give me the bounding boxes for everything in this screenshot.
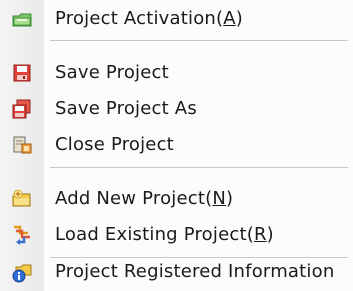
menu-item-label-suffix: ) [235, 8, 243, 29]
menu-item-project-activation[interactable]: Project Activation(A) [0, 1, 353, 37]
close-project-icon [13, 136, 32, 154]
menu-item-label: Add New Project( [55, 188, 213, 209]
menu-item-save-project-as[interactable]: Save Project As [0, 91, 353, 127]
menu-separator [50, 40, 348, 42]
menu-item-hotkey: A [223, 8, 236, 29]
add-project-icon [12, 189, 31, 207]
save-as-disk-icon [12, 99, 31, 119]
menu-item-label: Save Project As [55, 98, 197, 119]
menu-item-project-registered-information[interactable]: Project Registered Information [0, 254, 353, 290]
menu-item-close-project[interactable]: Close Project [0, 127, 353, 163]
menu-item-label: Close Project [55, 134, 174, 155]
menu-separator [50, 167, 348, 169]
folder-activate-icon [12, 13, 32, 27]
menu-item-add-new-project[interactable]: Add New Project(N) [0, 181, 353, 217]
menu-item-load-existing-project[interactable]: Load Existing Project(R) [0, 217, 353, 253]
project-context-menu: Project Activation(A) Save Project Save … [0, 0, 353, 291]
menu-item-label: Project Activation( [55, 8, 224, 29]
menu-item-save-project[interactable]: Save Project [0, 55, 353, 91]
project-info-icon [12, 264, 32, 283]
menu-item-label-suffix: ) [266, 224, 274, 245]
menu-item-hotkey: N [212, 188, 227, 209]
menu-item-label: Save Project [55, 62, 169, 83]
menu-item-label: Project Registered Information [55, 261, 335, 282]
save-disk-icon [13, 64, 31, 82]
menu-item-hotkey: R [253, 224, 267, 245]
menu-item-label-suffix: ) [226, 188, 234, 209]
load-project-icon [14, 225, 30, 245]
menu-item-label: Load Existing Project( [55, 224, 254, 245]
